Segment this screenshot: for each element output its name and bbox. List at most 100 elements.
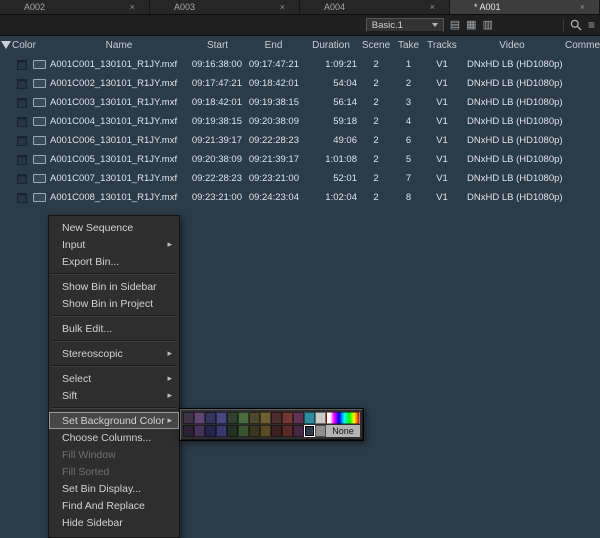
clip-color-cell	[0, 192, 30, 203]
column-header-comments[interactable]: Comments	[565, 40, 600, 51]
menu-item-export-bin[interactable]: Export Bin...	[49, 253, 179, 270]
clip-color-checkbox[interactable]	[17, 97, 27, 108]
clip-color-checkbox[interactable]	[17, 135, 27, 146]
color-swatch[interactable]	[293, 412, 304, 424]
color-swatch[interactable]	[293, 425, 304, 437]
menu-item-show-bin-in-project[interactable]: Show Bin in Project	[49, 295, 179, 312]
color-swatch[interactable]	[315, 412, 326, 424]
bin-fast-menu-icon[interactable]	[1, 41, 11, 49]
column-header-video[interactable]: Video	[459, 40, 565, 51]
menu-item-choose-columns[interactable]: Choose Columns...	[49, 429, 179, 446]
submenu-arrow-icon: ▸	[167, 373, 172, 383]
toolbar-divider	[562, 18, 564, 32]
menu-separator	[49, 337, 179, 345]
color-swatch[interactable]	[238, 412, 249, 424]
color-swatch[interactable]	[205, 425, 216, 437]
color-swatch[interactable]	[271, 412, 282, 424]
menu-item-label: New Sequence	[62, 221, 134, 234]
none-button[interactable]: None	[326, 425, 360, 437]
column-header-duration[interactable]: Duration	[302, 40, 360, 51]
tab-label: * A001	[474, 2, 501, 12]
menu-item-select[interactable]: Select ▸	[49, 370, 179, 387]
color-swatch[interactable]	[315, 425, 326, 437]
table-row[interactable]: A001C002_130101_R1JY.mxf 09:17:47:21 09:18…	[0, 74, 600, 93]
column-header-take[interactable]: Take	[392, 40, 425, 51]
menu-item-set-bin-display[interactable]: Set Bin Display...	[49, 480, 179, 497]
list-view-icon[interactable]: ▤	[450, 19, 460, 31]
table-row[interactable]: A001C006_130101_R1JY.mxf 09:21:39:17 09:22…	[0, 131, 600, 150]
color-swatch[interactable]	[249, 425, 260, 437]
menu-separator	[49, 270, 179, 278]
bin-tab-a002[interactable]: A002 ×	[0, 0, 150, 14]
script-view-icon[interactable]: ▥	[483, 19, 493, 31]
table-row[interactable]: A001C001_130101_R1JY.mxf 09:16:38:00 09:17…	[0, 55, 600, 74]
color-swatch[interactable]	[194, 425, 205, 437]
color-swatch[interactable]	[282, 412, 293, 424]
color-swatch[interactable]	[183, 412, 194, 424]
submenu-arrow-icon: ▸	[167, 415, 172, 425]
table-row[interactable]: A001C007_130101_R1JY.mxf 09:22:28:23 09:23…	[0, 169, 600, 188]
table-row[interactable]: A001C008_130101_R1JY.mxf 09:23:21:00 09:24…	[0, 188, 600, 207]
color-swatch[interactable]	[304, 412, 315, 424]
color-swatch[interactable]	[260, 412, 271, 424]
column-header-end[interactable]: End	[245, 40, 302, 51]
table-row[interactable]: A001C003_130101_R1JY.mxf 09:18:42:01 09:19…	[0, 93, 600, 112]
close-icon[interactable]: ×	[430, 2, 435, 12]
bin-menu-icon[interactable]: ≡	[588, 19, 595, 31]
clip-take: 4	[405, 116, 412, 127]
color-swatch[interactable]	[238, 425, 249, 437]
clip-color-checkbox[interactable]	[17, 78, 27, 89]
color-swatch[interactable]	[216, 412, 227, 424]
color-swatch[interactable]	[271, 425, 282, 437]
clip-color-checkbox[interactable]	[17, 116, 27, 127]
masterclip-icon	[32, 193, 46, 202]
clip-color-checkbox[interactable]	[17, 192, 27, 203]
column-header-scene[interactable]: Scene	[360, 40, 392, 51]
search-icon[interactable]	[570, 19, 582, 31]
column-header-start[interactable]: Start	[190, 40, 245, 51]
menu-item-hide-sidebar[interactable]: Hide Sidebar	[49, 514, 179, 531]
close-icon[interactable]: ×	[130, 2, 135, 12]
bin-tab-a004[interactable]: A004 ×	[300, 0, 450, 14]
color-swatch[interactable]	[205, 412, 216, 424]
color-swatch[interactable]	[227, 425, 238, 437]
color-swatch[interactable]	[282, 425, 293, 437]
view-preset-dropdown[interactable]: Basic.1	[365, 18, 444, 32]
color-swatch[interactable]	[194, 412, 205, 424]
column-header-tracks[interactable]: Tracks	[425, 40, 459, 51]
clip-color-checkbox[interactable]	[17, 59, 27, 70]
menu-item-sift[interactable]: Sift ▸	[49, 387, 179, 404]
color-swatch[interactable]	[260, 425, 271, 437]
selected-color-swatch[interactable]	[304, 425, 315, 437]
clip-icon-cell	[30, 136, 48, 145]
rainbow-swatch[interactable]	[326, 412, 360, 424]
frame-view-icon[interactable]: ▦	[466, 19, 476, 31]
bin-tab-a003[interactable]: A003 ×	[150, 0, 300, 14]
clip-video: DNxHD LB (HD1080p)	[467, 135, 563, 146]
table-row[interactable]: A001C005_130101_R1JY.mxf 09:20:38:09 09:21…	[0, 150, 600, 169]
column-header-name[interactable]: Name	[48, 40, 190, 51]
clip-icon-cell	[30, 60, 48, 69]
menu-item-new-sequence[interactable]: New Sequence	[49, 219, 179, 236]
menu-item-input[interactable]: Input ▸	[49, 236, 179, 253]
menu-item-bulk-edit[interactable]: Bulk Edit...	[49, 320, 179, 337]
color-swatch[interactable]	[183, 425, 194, 437]
color-swatch[interactable]	[216, 425, 227, 437]
masterclip-icon	[32, 117, 46, 126]
clip-color-cell	[0, 173, 30, 184]
bin-tab-a001[interactable]: * A001 ×	[450, 0, 600, 14]
clip-start: 09:23:21:00	[191, 192, 242, 203]
close-icon[interactable]: ×	[580, 2, 585, 12]
menu-item-stereoscopic[interactable]: Stereoscopic ▸	[49, 345, 179, 362]
table-row[interactable]: A001C004_130101_R1JY.mxf 09:19:38:15 09:20…	[0, 112, 600, 131]
menu-item-set-background-color[interactable]: Set Background Color ▸	[49, 412, 179, 429]
clip-color-checkbox[interactable]	[17, 173, 27, 184]
close-icon[interactable]: ×	[280, 2, 285, 12]
clip-color-checkbox[interactable]	[17, 154, 27, 165]
menu-item-label: Stereoscopic	[62, 347, 123, 360]
color-swatch[interactable]	[227, 412, 238, 424]
menu-item-label: Set Background Color	[62, 414, 165, 427]
menu-item-find-and-replace[interactable]: Find And Replace	[49, 497, 179, 514]
color-swatch[interactable]	[249, 412, 260, 424]
menu-item-show-bin-in-sidebar[interactable]: Show Bin in Sidebar	[49, 278, 179, 295]
